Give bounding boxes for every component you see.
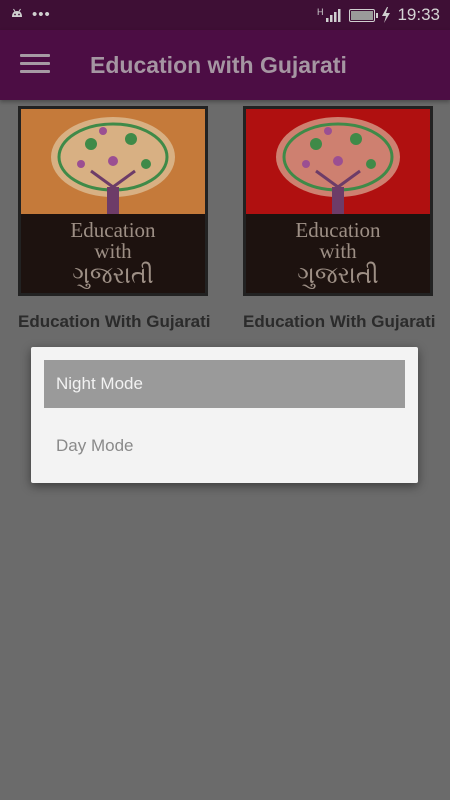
- image-text-line1: Education: [295, 218, 381, 242]
- content-card[interactable]: Education with ગુજરાતી Education With Gu…: [18, 106, 211, 332]
- battery-icon: [349, 8, 379, 22]
- more-notifications-icon: •••: [32, 6, 51, 23]
- content-card[interactable]: Education with ગુજરાતી Education With Gu…: [243, 106, 436, 332]
- image-text-line1: Education: [70, 218, 156, 242]
- status-bar: ••• H 19:33: [0, 0, 450, 30]
- battery-level: [351, 10, 374, 20]
- day-mode-option[interactable]: Day Mode: [44, 422, 405, 470]
- card-label: Education With Gujarati: [243, 312, 436, 331]
- card-image-caption: Education with ગુજરાતી: [246, 214, 430, 293]
- card-thumbnail: Education with ગુજરાતી: [243, 106, 433, 296]
- brain-tree-illustration: [246, 109, 430, 214]
- charging-icon: [382, 7, 391, 23]
- network-type-label: H: [316, 7, 324, 17]
- image-text-line2: with: [319, 239, 357, 263]
- theme-mode-dialog: Night Mode Day Mode: [31, 347, 418, 483]
- card-thumbnail: Education with ગુજરાતી: [18, 106, 208, 296]
- signal-icon: [326, 9, 341, 22]
- image-text-line2: with: [94, 239, 132, 263]
- brain-tree-illustration: [21, 109, 205, 214]
- image-text-line3: ગુજરાતી: [297, 263, 379, 289]
- night-mode-option[interactable]: Night Mode: [44, 360, 405, 408]
- clock: 19:33: [397, 5, 440, 24]
- app-bar: Education with Gujarati: [0, 30, 450, 100]
- hamburger-menu-icon[interactable]: [20, 54, 50, 76]
- status-right: H 19:33: [317, 5, 440, 25]
- android-icon: [12, 8, 22, 17]
- card-label: Education With Gujarati: [18, 312, 211, 331]
- status-left: •••: [10, 6, 51, 23]
- card-image-caption: Education with ગુજરાતી: [21, 214, 205, 293]
- image-text-line3: ગુજરાતી: [72, 263, 154, 289]
- app-title: Education with Gujarati: [90, 52, 347, 78]
